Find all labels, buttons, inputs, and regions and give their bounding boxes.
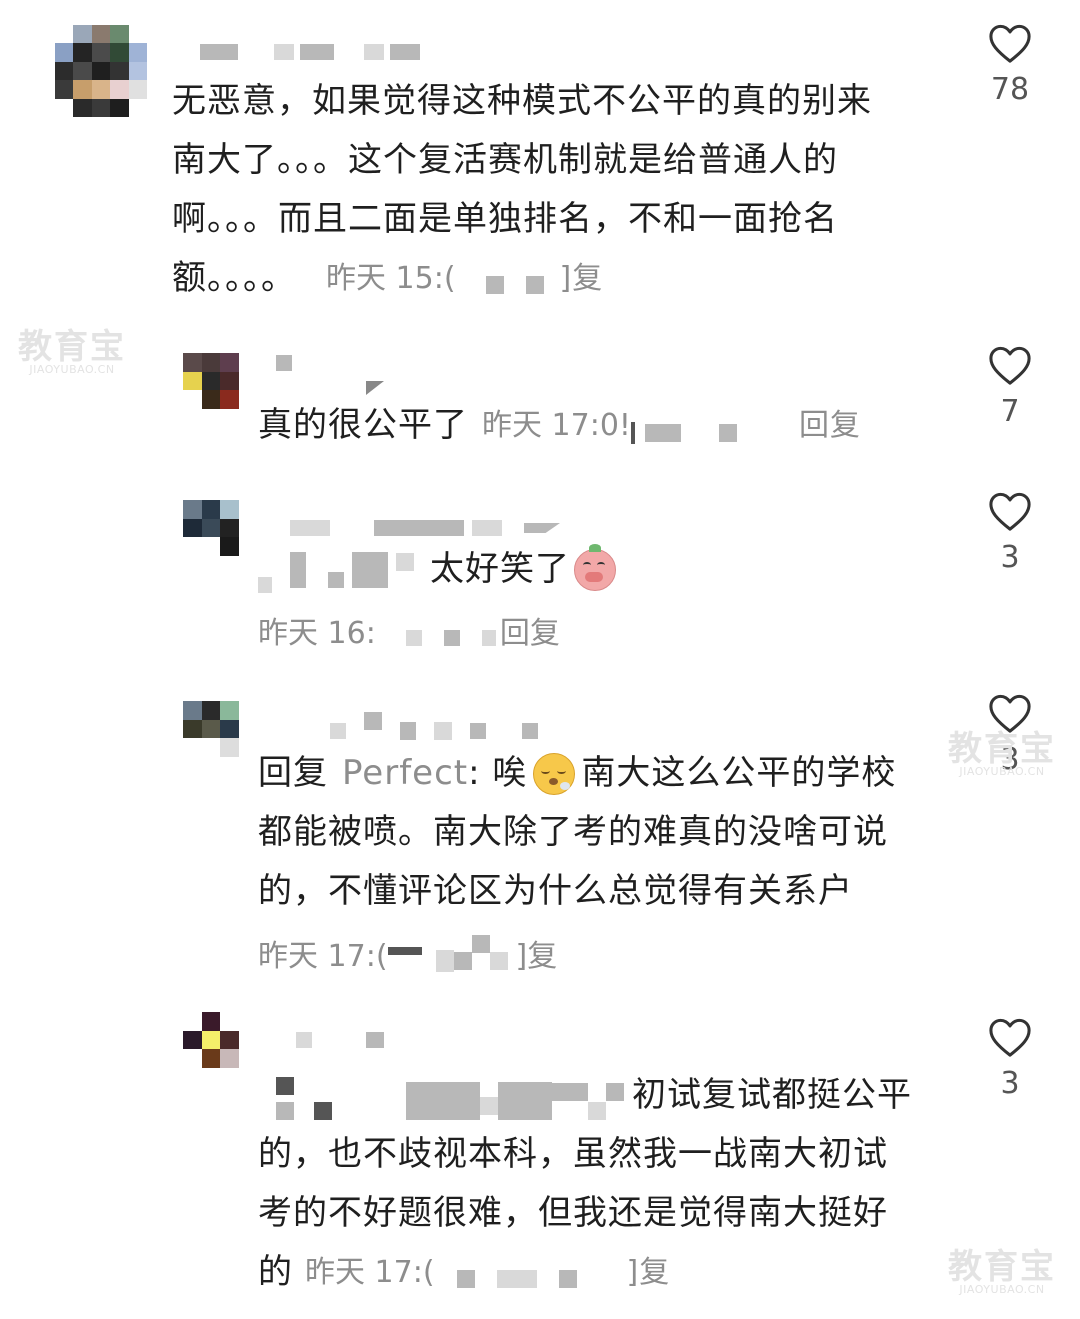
heart-outline-icon <box>989 492 1031 531</box>
comment-line: 额。。。。 <box>172 258 296 298</box>
avatar[interactable] <box>55 25 147 117</box>
comment-line: 无恶意，如果觉得这种模式不公平的真的别来 <box>172 81 872 121</box>
avatar[interactable] <box>183 500 239 556</box>
avatar[interactable] <box>183 1012 239 1068</box>
redacted-block <box>387 934 508 972</box>
username-redacted[interactable] <box>276 520 560 536</box>
comment-body: 回复 Perfect : 唉 南大这么公平的学校 都能被喷。南大除了考的难真的没… <box>258 744 896 921</box>
pig-laugh-emoji-icon <box>574 543 616 591</box>
comment-text: 太好笑了 <box>430 549 570 589</box>
comment-line: 啊。。。而且二面是单独排名，不和一面抢名 <box>172 199 838 239</box>
watermark: 教育宝 JIAOYUBAO.CN <box>948 1247 1056 1296</box>
username-redacted[interactable] <box>296 1032 384 1048</box>
username-redacted[interactable] <box>330 702 538 740</box>
comment-body: 太好笑了 <box>258 540 616 599</box>
watermark: 教育宝 JIAOYUBAO.CN <box>948 729 1056 778</box>
heart-outline-icon <box>989 1018 1031 1057</box>
redacted-block <box>258 1072 624 1120</box>
redacted-block <box>258 547 414 593</box>
like-count: 7 <box>1000 394 1020 429</box>
comment-line: 南大了。。。这个复活赛机制就是给普通人的 <box>172 140 838 180</box>
comment-meta: 昨天 16: 回复 <box>258 604 560 656</box>
comment-timestamp: 昨天 17:( <box>258 939 388 974</box>
like-button[interactable]: 3 <box>980 490 1040 575</box>
redacted-block <box>485 264 544 294</box>
comment-text: 初试复试都挺公平 <box>632 1075 912 1115</box>
reply-button[interactable]: ]复 <box>516 931 558 975</box>
reply-button[interactable]: 回复 <box>500 608 560 652</box>
like-count: 78 <box>990 72 1030 107</box>
comment-timestamp: 昨天 15:( <box>326 261 456 296</box>
comment-line: 考的不好题很难，但我还是觉得南大挺好 <box>258 1193 888 1233</box>
comment-body: 初试复试都挺公平 的，也不歧视本科，虽然我一战南大初试 考的不好题很难，但我还是… <box>258 1066 912 1302</box>
username-redacted[interactable] <box>200 44 420 60</box>
reply-button[interactable]: ]复 <box>560 249 604 308</box>
comment-meta: 昨天 17:( ]复 <box>258 925 557 981</box>
comment-timestamp: 昨天 17:0! <box>482 408 631 443</box>
comment-timestamp: 昨天 16: <box>258 616 376 651</box>
comment-text: : 唉 <box>468 753 528 793</box>
heart-outline-icon <box>989 24 1031 63</box>
comment-text: 真的很公平了 <box>258 405 468 445</box>
like-count: 3 <box>1000 540 1020 575</box>
comment-text: 南大这么公平的学校 <box>581 753 897 793</box>
comment-body: 真的很公平了 昨天 17:0! 回复 <box>258 396 861 455</box>
watermark: 教育宝 JIAOYUBAO.CN <box>18 327 126 376</box>
comment-line: 的，也不歧视本科，虽然我一战南大初试 <box>258 1134 888 1174</box>
redacted-block <box>456 1258 577 1288</box>
sigh-face-emoji-icon <box>533 752 576 795</box>
like-count: 3 <box>1000 1066 1020 1101</box>
reply-button[interactable]: ]复 <box>627 1243 671 1302</box>
like-button[interactable]: 3 <box>980 1016 1040 1101</box>
reply-prefix: 回复 <box>258 753 328 793</box>
reply-button[interactable]: 回复 <box>799 396 861 455</box>
comment-line: 都能被喷。南大除了考的难真的没啥可说 <box>258 812 888 852</box>
heart-outline-icon <box>989 346 1031 385</box>
redacted-block <box>405 614 496 646</box>
comment-body: 无恶意，如果觉得这种模式不公平的真的别来 南大了。。。这个复活赛机制就是给普通人… <box>172 72 872 308</box>
comment-line: 的 <box>258 1252 293 1292</box>
avatar[interactable] <box>183 701 239 757</box>
redacted-block <box>630 408 737 444</box>
username-redacted[interactable] <box>276 355 384 395</box>
heart-outline-icon <box>989 694 1031 733</box>
comment-line: 的，不懂评论区为什么总觉得有关系户 <box>258 871 853 911</box>
mention-link[interactable]: Perfect <box>342 744 468 803</box>
comment-timestamp: 昨天 17:( <box>305 1255 435 1290</box>
avatar[interactable] <box>183 353 239 409</box>
like-button[interactable]: 78 <box>980 22 1040 107</box>
like-button[interactable]: 7 <box>980 344 1040 429</box>
